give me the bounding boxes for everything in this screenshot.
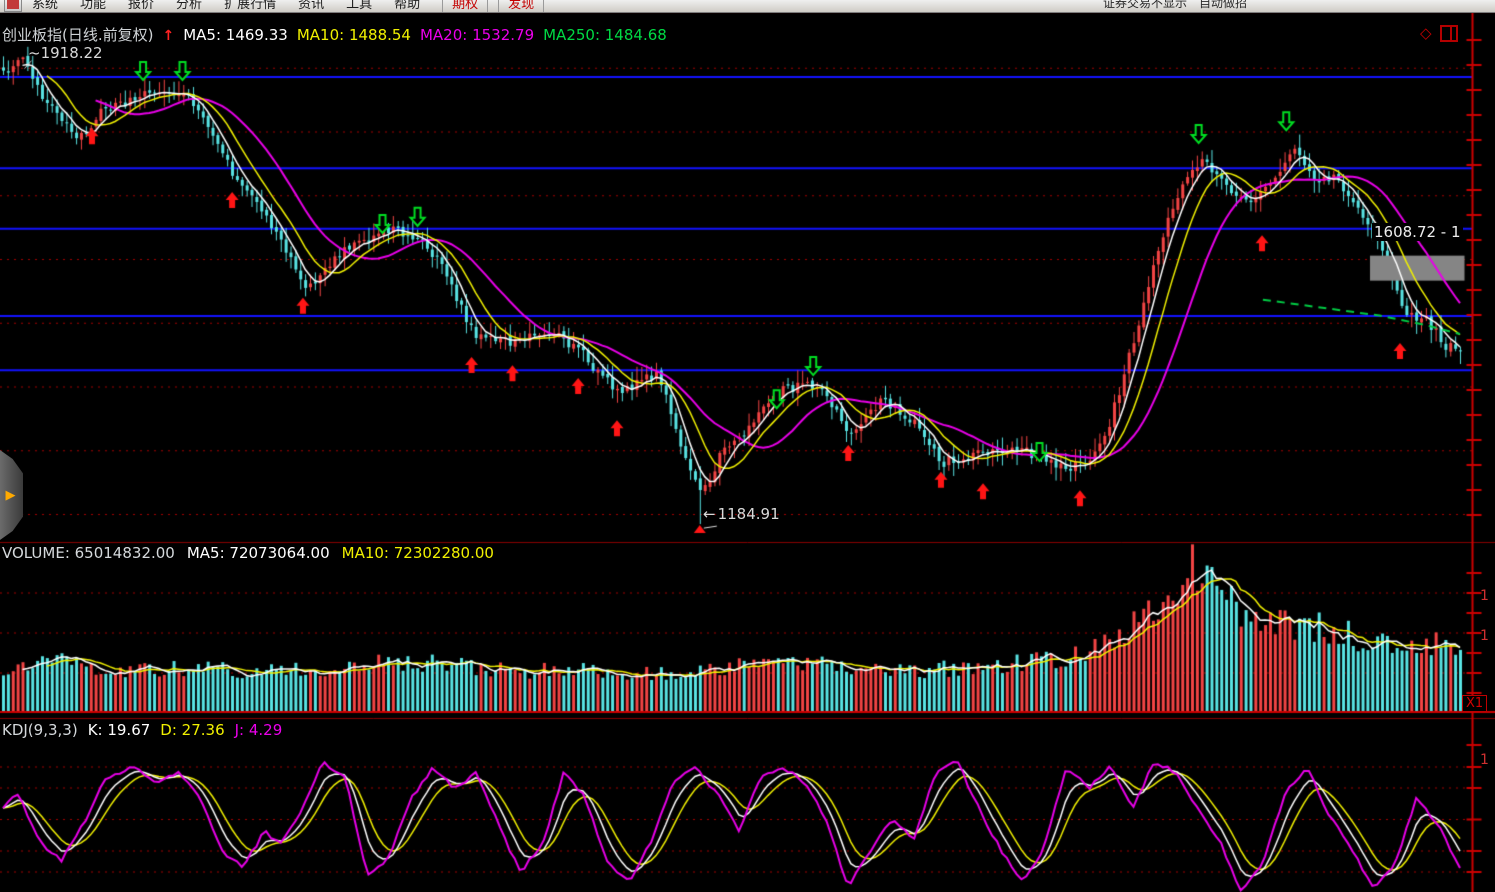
menu-function[interactable]: 功能 [80, 0, 106, 12]
left-arrow-icon: ← [703, 505, 716, 523]
diamond-tool-icon[interactable]: ◇ [1420, 26, 1432, 41]
volume-scale-button[interactable]: X1 [1462, 695, 1487, 712]
volume-axis-label-bottom: 1 [1480, 628, 1489, 644]
symbol-title: 创业板指(日线.前复权) [2, 24, 153, 45]
split-window-icon-divider [1450, 27, 1452, 40]
volume-ma10-value: MA10: 72302280.00 [342, 544, 494, 562]
low-price-label: ← 1184.91 [703, 505, 780, 523]
chart-corner-tools: ◇ [1420, 25, 1458, 42]
ma10-value: MA10: 1488.54 [297, 26, 411, 44]
ma5-value: MA5: 1469.33 [183, 26, 288, 44]
ma250-value: MA250: 1484.68 [543, 26, 667, 44]
split-window-icon[interactable] [1440, 25, 1458, 42]
kdj-pane-header: KDJ(9,3,3) K: 19.67 D: 27.36 J: 4.29 [2, 721, 282, 739]
high-price-label: ~1918.22 [28, 44, 103, 62]
stock-chart-canvas[interactable] [0, 0, 1495, 892]
kdj-j-value: J: 4.29 [235, 721, 283, 739]
ma20-value: MA20: 1532.79 [420, 26, 534, 44]
price-line-tag[interactable]: 1608.72 - 1 [1372, 223, 1463, 241]
kdj-axis-label: 1 [1480, 752, 1489, 768]
menu-analysis[interactable]: 分析 [176, 0, 202, 12]
volume-title[interactable]: VOLUME: 65014832.00 [2, 544, 175, 562]
up-arrow-icon: ↑ [162, 28, 174, 44]
menu-bar: 系统 功能 报价 分析 扩展行情 资讯 工具 帮助 期权 发现 证券交易不显示 … [0, 0, 1495, 13]
kdj-k-value: K: 19.67 [88, 721, 151, 739]
menu-help[interactable]: 帮助 [394, 0, 420, 12]
menu-discover[interactable]: 发现 [498, 0, 544, 12]
app-icon [4, 0, 22, 12]
volume-ma5-value: MA5: 72073064.00 [187, 544, 330, 562]
menu-news[interactable]: 资讯 [298, 0, 324, 12]
low-price-value: 1184.91 [718, 505, 780, 523]
kdj-d-value: D: 27.36 [160, 721, 224, 739]
menu-extended-quotes[interactable]: 扩展行情 [224, 0, 276, 12]
volume-axis-label-top: 1 [1480, 588, 1489, 604]
volume-pane-header: VOLUME: 65014832.00 MA5: 72073064.00 MA1… [2, 544, 494, 562]
trading-app-window: 系统 功能 报价 分析 扩展行情 资讯 工具 帮助 期权 发现 证券交易不显示 … [0, 0, 1495, 892]
expand-arrow-icon: ▶ [6, 489, 16, 502]
menu-quotes[interactable]: 报价 [128, 0, 154, 12]
menu-bar-status-text: 证券交易不显示 自动做招 [1103, 0, 1247, 11]
menu-system[interactable]: 系统 [32, 0, 58, 12]
main-chart-header: 创业板指(日线.前复权) ↑ MA5: 1469.33 MA10: 1488.5… [2, 24, 667, 45]
menu-tools[interactable]: 工具 [346, 0, 372, 12]
menu-options[interactable]: 期权 [442, 0, 488, 12]
kdj-title[interactable]: KDJ(9,3,3) [2, 721, 78, 739]
